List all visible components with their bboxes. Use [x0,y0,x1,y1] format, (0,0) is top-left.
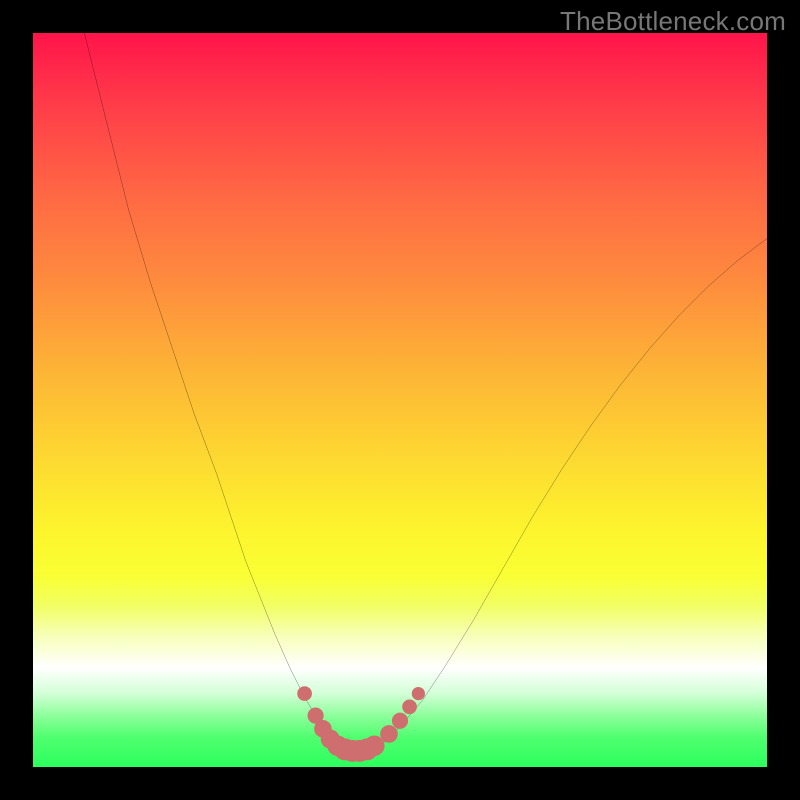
bottleneck-curve [84,33,767,751]
marker-point [392,713,408,729]
watermark-text: TheBottleneck.com [560,6,786,37]
chart-svg [33,33,767,767]
marker-point [402,699,417,714]
marker-point [412,687,425,700]
marker-point [297,686,312,701]
chart-plot-area [33,33,767,767]
highlighted-points [297,686,425,762]
marker-point [380,725,398,743]
